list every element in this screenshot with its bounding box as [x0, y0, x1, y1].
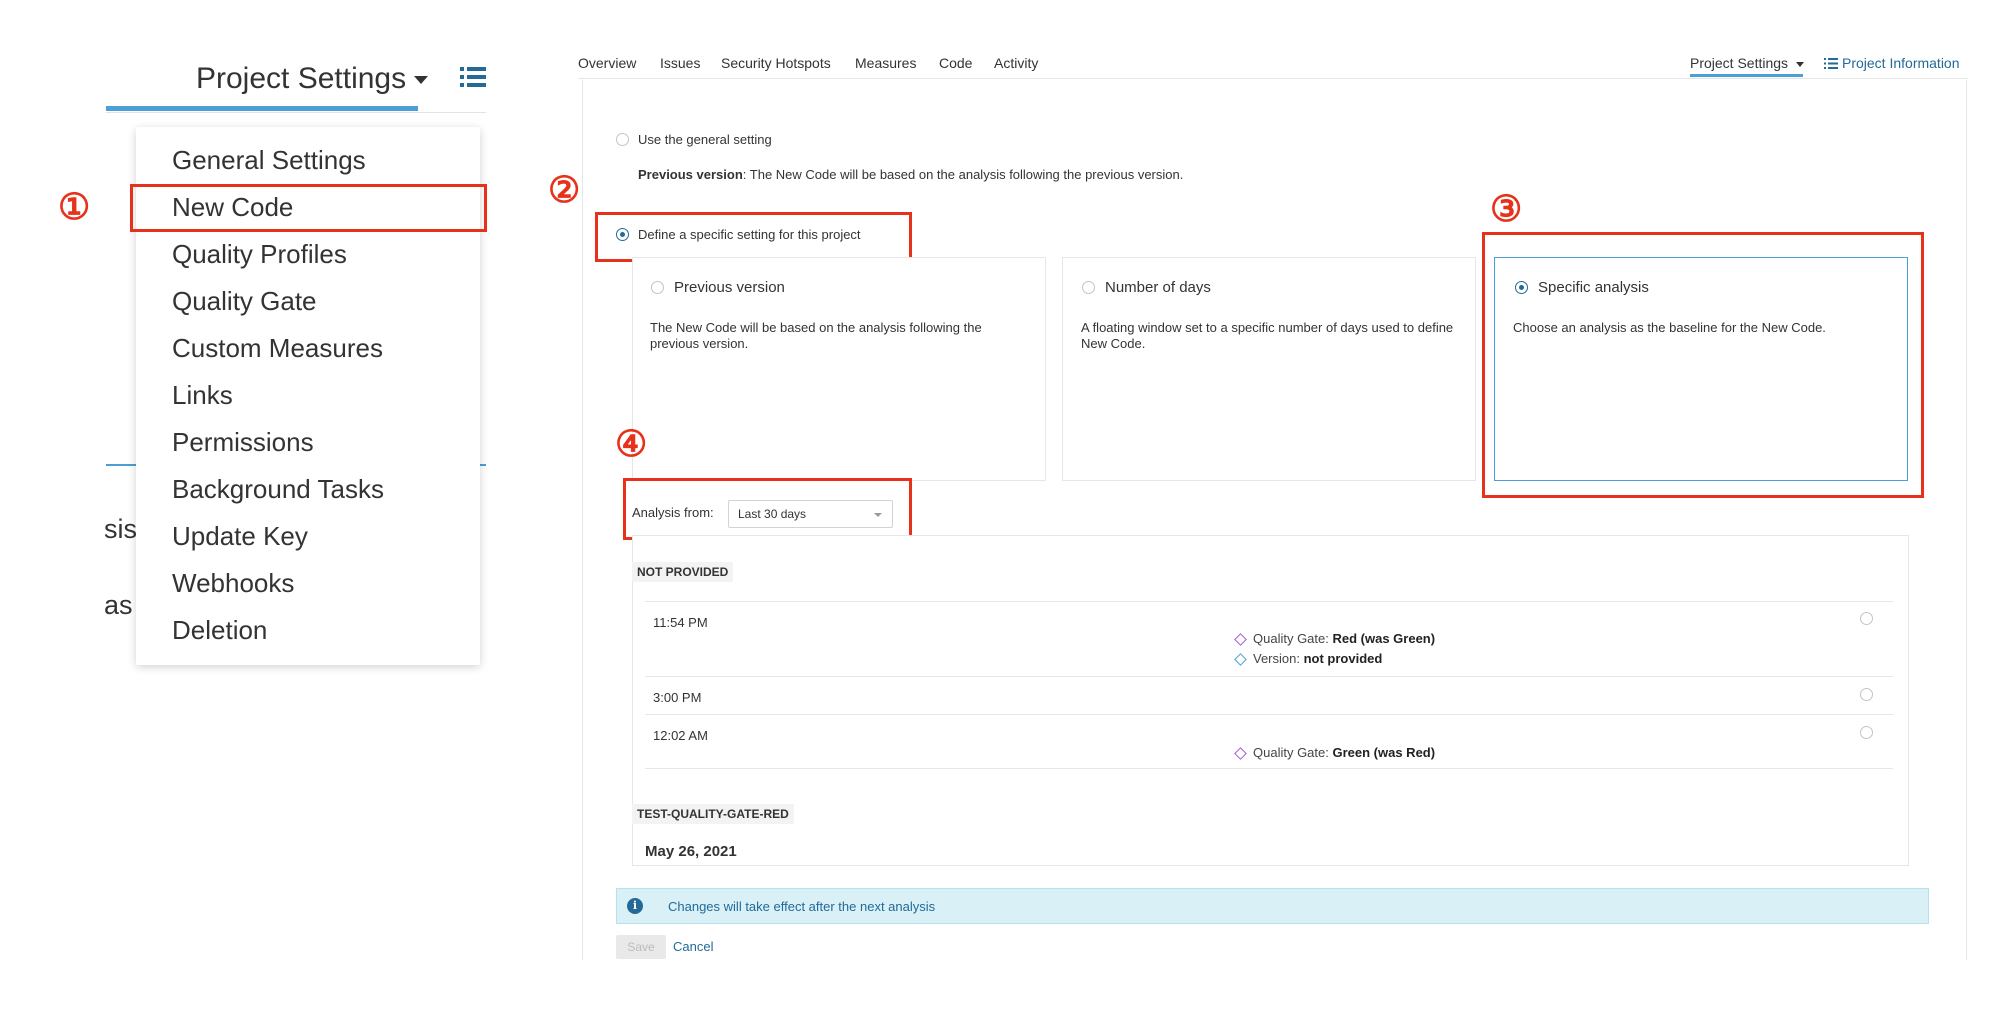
- specific-setting-radio[interactable]: [616, 228, 629, 241]
- analysis-row-time[interactable]: 3:00 PM: [653, 690, 701, 705]
- event-value: Red (was Green): [1332, 631, 1436, 646]
- event-prefix: Quality Gate:: [1253, 745, 1333, 760]
- row-divider: [645, 768, 1893, 769]
- menu-item-general-settings[interactable]: General Settings: [172, 145, 366, 176]
- nav-divider: [578, 78, 1968, 79]
- tab-overview[interactable]: Overview: [578, 55, 636, 71]
- menu-item-quality-gate[interactable]: Quality Gate: [172, 286, 317, 317]
- project-information-label: Project Information: [1842, 55, 1960, 71]
- analysis-row-time[interactable]: 12:02 AM: [653, 728, 708, 743]
- info-icon: i: [627, 898, 643, 914]
- analysis-from-value: Last 30 days: [738, 507, 807, 521]
- menu-item-background-tasks[interactable]: Background Tasks: [172, 474, 384, 505]
- event-value: Green (was Red): [1332, 745, 1436, 760]
- event-prefix: Quality Gate:: [1253, 631, 1333, 646]
- active-tab-underline: [1690, 74, 1803, 77]
- info-message: Changes will take effect after the next …: [668, 899, 936, 914]
- number-of-days-radio[interactable]: [1082, 281, 1095, 294]
- analysis-list: [632, 535, 1909, 866]
- analysis-event: Quality Gate: Red (was Green): [1234, 631, 1436, 646]
- caret-down-icon: [414, 76, 429, 85]
- background-text: as: [104, 590, 133, 620]
- step-marker-1: ①: [58, 186, 91, 227]
- project-settings-label: Project Settings: [196, 62, 407, 95]
- list-icon[interactable]: [460, 66, 486, 88]
- menu-item-deletion[interactable]: Deletion: [172, 615, 267, 646]
- analysis-from-label: Analysis from:: [632, 505, 714, 520]
- analysis-row-radio[interactable]: [1860, 688, 1873, 701]
- version-tag: NOT PROVIDED: [632, 562, 734, 582]
- divider: [106, 112, 486, 113]
- row-divider: [645, 714, 1893, 715]
- option-number-of-days-title: Number of days: [1105, 279, 1211, 296]
- menu-item-update-key[interactable]: Update Key: [172, 521, 308, 552]
- menu-item-links[interactable]: Links: [172, 380, 233, 411]
- analysis-row-radio[interactable]: [1860, 726, 1873, 739]
- step-marker-3: ③: [1490, 188, 1523, 229]
- specific-analysis-highlight-box: [1482, 232, 1924, 498]
- analysis-event: Version: not provided: [1234, 651, 1383, 666]
- step-marker-4: ④: [615, 423, 648, 464]
- analysis-row-time[interactable]: 11:54 PM: [653, 615, 708, 630]
- option-previous-version-title: Previous version: [674, 279, 785, 296]
- analysis-date: May 26, 2021: [645, 843, 737, 860]
- background-divider: [106, 464, 136, 466]
- event-prefix: Version:: [1253, 651, 1304, 666]
- project-settings-nav-label: Project Settings: [1690, 55, 1789, 71]
- analysis-row-radio[interactable]: [1860, 612, 1873, 625]
- version-diamond-icon: [1234, 653, 1247, 666]
- quality-gate-diamond-icon: [1234, 633, 1247, 646]
- menu-item-custom-measures[interactable]: Custom Measures: [172, 333, 383, 364]
- tab-issues[interactable]: Issues: [660, 55, 700, 71]
- menu-item-quality-profiles[interactable]: Quality Profiles: [172, 239, 347, 270]
- tab-activity[interactable]: Activity: [994, 55, 1038, 71]
- background-divider: [480, 464, 486, 466]
- general-setting-description: Previous version: The New Code will be b…: [638, 167, 1183, 182]
- event-value: not provided: [1303, 651, 1383, 666]
- quality-gate-diamond-icon: [1234, 747, 1247, 760]
- row-divider: [645, 676, 1893, 677]
- tab-code[interactable]: Code: [939, 55, 972, 71]
- general-desc-rest: : The New Code will be based on the anal…: [742, 167, 1184, 182]
- menu-item-permissions[interactable]: Permissions: [172, 427, 314, 458]
- general-setting-label: Use the general setting: [638, 132, 772, 147]
- caret-down-icon: [1795, 61, 1804, 67]
- project-information-link[interactable]: Project Information: [1824, 55, 1960, 71]
- list-icon: [1824, 58, 1838, 69]
- menu-item-webhooks[interactable]: Webhooks: [172, 568, 294, 599]
- analysis-event: Quality Gate: Green (was Red): [1234, 745, 1436, 760]
- analysis-from-select[interactable]: Last 30 days: [728, 500, 893, 528]
- background-text: sis: [104, 514, 137, 544]
- active-tab-underline: [106, 106, 418, 111]
- project-settings-menu-toggle[interactable]: Project Settings: [196, 62, 429, 96]
- cancel-button[interactable]: Cancel: [673, 939, 713, 954]
- general-desc-bold: Previous version: [638, 167, 743, 182]
- info-alert: Changes will take effect after the next …: [616, 888, 1929, 924]
- tab-measures[interactable]: Measures: [855, 55, 916, 71]
- step-marker-2: ②: [548, 169, 581, 210]
- save-button[interactable]: Save: [616, 935, 666, 959]
- option-number-of-days-desc: A floating window set to a specific numb…: [1081, 320, 1454, 351]
- project-settings-nav[interactable]: Project Settings: [1690, 55, 1804, 71]
- general-setting-radio[interactable]: [616, 133, 629, 146]
- specific-setting-label: Define a specific setting for this proje…: [638, 227, 861, 242]
- chevron-down-icon: [874, 513, 882, 517]
- tab-security-hotspots[interactable]: Security Hotspots: [721, 55, 831, 71]
- previous-version-radio[interactable]: [651, 281, 664, 294]
- row-divider: [645, 601, 1893, 602]
- version-tag: TEST-QUALITY-GATE-RED: [632, 804, 794, 824]
- option-previous-version-desc: The New Code will be based on the analys…: [650, 320, 982, 351]
- new-code-highlight-box: [130, 184, 487, 232]
